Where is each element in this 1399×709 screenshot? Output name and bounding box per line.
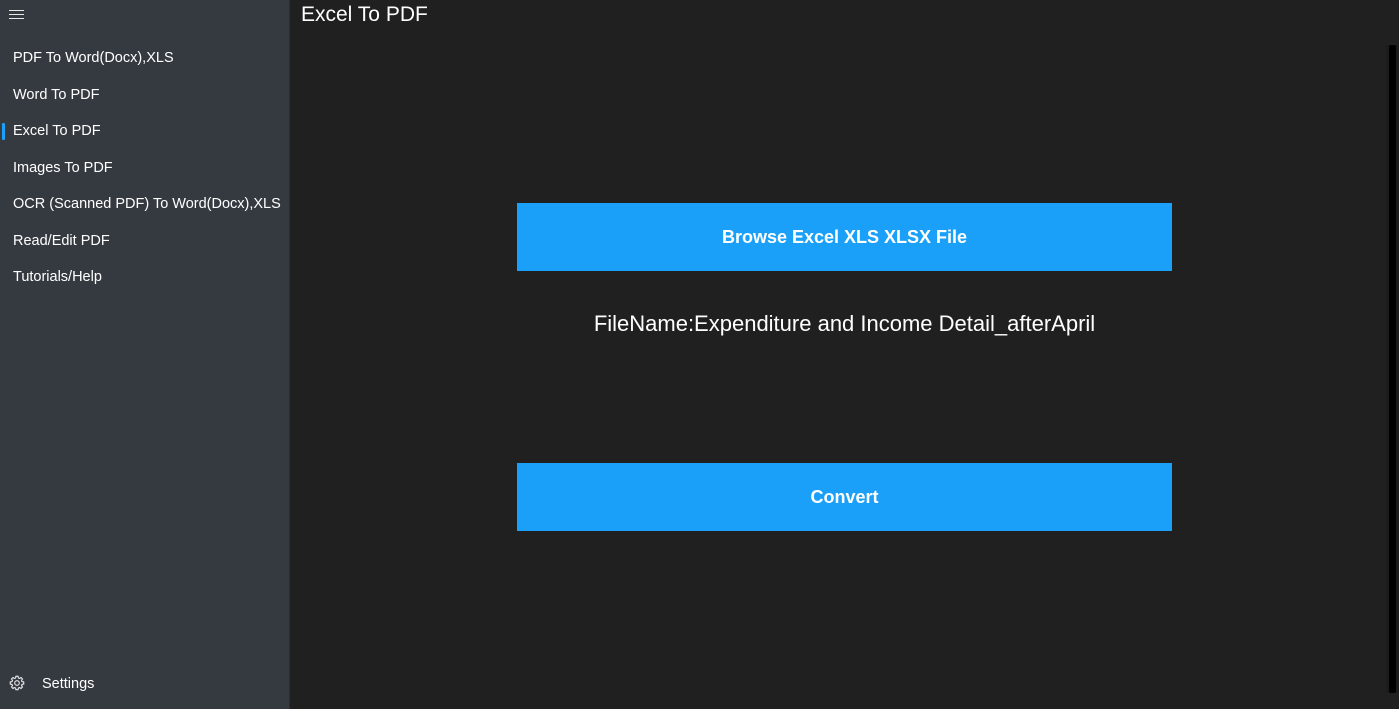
filename-label: FileName:Expenditure and Income Detail_a… (593, 311, 1096, 336)
sidebar-item-word-to-pdf[interactable]: Word To PDF (0, 77, 290, 114)
sidebar: PDF To Word(Docx),XLS Word To PDF Excel … (0, 0, 290, 709)
sidebar-item-images-to-pdf[interactable]: Images To PDF (0, 150, 290, 187)
hamburger-menu-icon[interactable] (9, 8, 25, 20)
convert-button[interactable]: Convert (517, 463, 1172, 531)
app-window: PDF To Word(Docx),XLS Word To PDF Excel … (0, 0, 1399, 709)
sidebar-item-excel-to-pdf[interactable]: Excel To PDF (0, 113, 290, 150)
page-title: Excel To PDF (301, 3, 428, 26)
sidebar-item-pdf-to-word[interactable]: PDF To Word(Docx),XLS (0, 40, 290, 77)
sidebar-item-ocr-to-word[interactable]: OCR (Scanned PDF) To Word(Docx),XLS (0, 186, 290, 223)
sidebar-item-tutorials-help[interactable]: Tutorials/Help (0, 259, 290, 296)
gear-icon (9, 675, 25, 691)
sidebar-nav: PDF To Word(Docx),XLS Word To PDF Excel … (0, 40, 290, 296)
settings-label: Settings (42, 676, 95, 692)
settings-button[interactable]: Settings (0, 663, 290, 709)
main-content: Excel To PDF Browse Excel XLS XLSX File … (290, 0, 1399, 709)
scrollbar-thumb[interactable] (1389, 45, 1396, 693)
browse-file-button[interactable]: Browse Excel XLS XLSX File (517, 203, 1172, 271)
sidebar-item-read-edit-pdf[interactable]: Read/Edit PDF (0, 223, 290, 260)
vertical-scrollbar[interactable] (1386, 45, 1399, 693)
